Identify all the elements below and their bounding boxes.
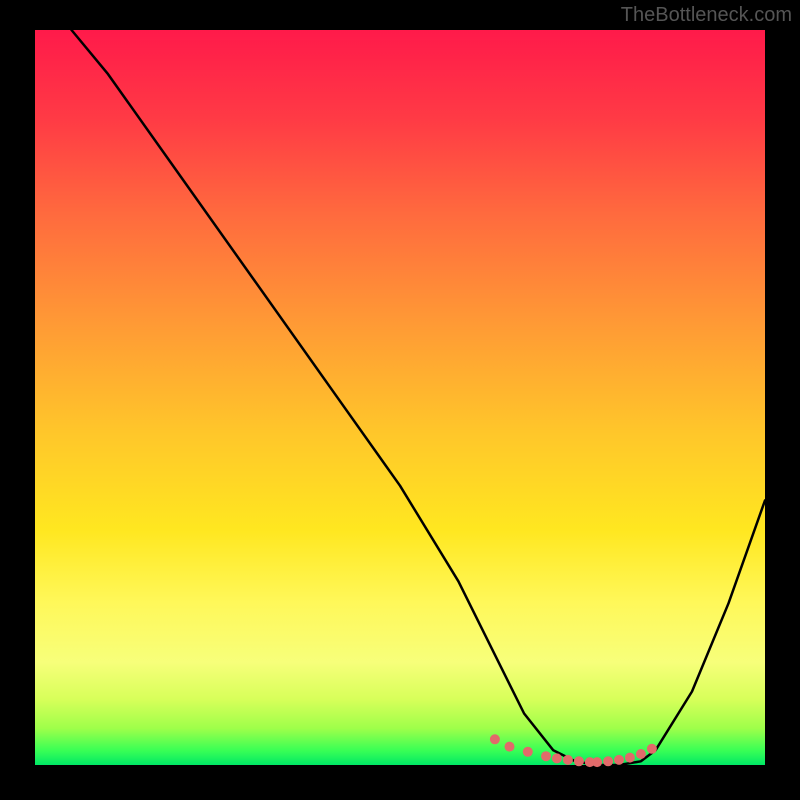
marker-point bbox=[603, 756, 613, 766]
marker-point bbox=[490, 734, 500, 744]
marker-point bbox=[541, 751, 551, 761]
marker-point bbox=[574, 756, 584, 766]
marker-point bbox=[552, 753, 562, 763]
bottom-markers bbox=[490, 734, 657, 767]
watermark-text: TheBottleneck.com bbox=[621, 4, 792, 27]
marker-point bbox=[647, 744, 657, 754]
marker-point bbox=[592, 757, 602, 767]
marker-point bbox=[523, 747, 533, 757]
marker-point bbox=[636, 749, 646, 759]
marker-point bbox=[505, 742, 515, 752]
marker-point bbox=[614, 755, 624, 765]
marker-point bbox=[625, 753, 635, 763]
marker-point bbox=[563, 755, 573, 765]
curve-line bbox=[72, 30, 766, 765]
chart-svg bbox=[35, 30, 765, 765]
plot-area bbox=[35, 30, 765, 765]
